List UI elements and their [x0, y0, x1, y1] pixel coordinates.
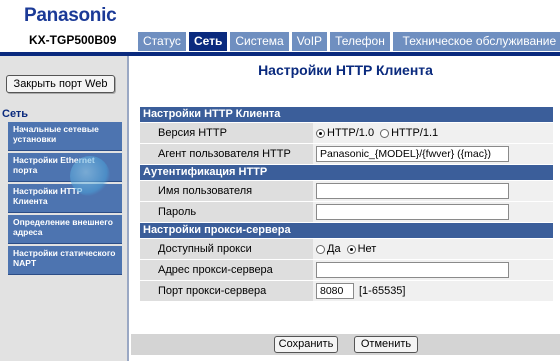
proxy-enabled-row: Доступный прокси Да Нет	[140, 239, 553, 259]
section-http-auth: Аутентификация HTTP	[140, 165, 553, 180]
button-bar: Сохранить Отменить	[131, 334, 560, 355]
proxy-port-row: Порт прокси-сервера 8080 [1-65535]	[140, 281, 553, 301]
sidebar-item-external-address[interactable]: Определение внешнего адреса	[8, 215, 122, 244]
sidebar-menu: Начальные сетевые установки Настройки Et…	[8, 122, 122, 277]
http-version-1-0-radio[interactable]: HTTP/1.0	[316, 127, 374, 139]
tab-voip[interactable]: VoIP	[291, 32, 328, 51]
tab-network[interactable]: Сеть	[188, 32, 228, 51]
proxy-enabled-label: Доступный прокси	[140, 239, 313, 259]
sidebar-item-static-napt[interactable]: Настройки статического NAPT	[8, 246, 122, 275]
page-title: Настройки HTTP Клиента	[258, 62, 433, 78]
password-label: Пароль	[140, 202, 313, 222]
tab-phone[interactable]: Телефон	[330, 32, 390, 51]
tab-system[interactable]: Система	[230, 32, 289, 51]
radio-selected-icon	[316, 128, 325, 138]
proxy-port-range: [1-65535]	[359, 285, 406, 297]
main-tabs: Статус Сеть Система VoIP Телефон Техниче…	[138, 32, 560, 51]
settings-form: Настройки HTTP Клиента Версия HTTP HTTP/…	[140, 107, 553, 302]
username-row: Имя пользователя	[140, 181, 553, 201]
proxy-yes-radio[interactable]: Да	[316, 243, 341, 255]
sidebar-item-initial-network[interactable]: Начальные сетевые установки	[8, 122, 122, 151]
section-http-client: Настройки HTTP Клиента	[140, 107, 553, 122]
proxy-port-label: Порт прокси-сервера	[140, 281, 313, 301]
sidebar: Закрыть порт Web Сеть Начальные сетевые …	[0, 56, 129, 361]
user-agent-input[interactable]: Panasonic_{MODEL}/{fwver} ({mac})	[316, 146, 509, 162]
user-agent-label: Агент пользователя HTTP	[140, 144, 313, 164]
radio-unselected-icon	[380, 128, 390, 138]
main-content: Настройки HTTP Клиента Настройки HTTP Кл…	[131, 56, 560, 361]
sidebar-heading: Сеть	[2, 108, 29, 120]
http-version-1-1-radio[interactable]: HTTP/1.1	[380, 127, 438, 139]
radio-selected-icon	[346, 244, 356, 254]
model-name: KX-TGP500B09	[29, 33, 117, 47]
close-web-port-button[interactable]: Закрыть порт Web	[6, 75, 115, 93]
page: Panasonic KX-TGP500B09 Статус Сеть Систе…	[0, 0, 560, 361]
proxy-address-row: Адрес прокси-сервера	[140, 260, 553, 280]
save-button[interactable]: Сохранить	[274, 336, 338, 353]
password-row: Пароль	[140, 202, 553, 222]
watermark-logo	[70, 156, 110, 196]
radio-unselected-icon	[316, 244, 325, 254]
username-label: Имя пользователя	[140, 181, 313, 201]
http-version-label: Версия HTTP	[140, 123, 313, 143]
http-version-row: Версия HTTP HTTP/1.0 HTTP/1.1	[140, 123, 553, 143]
tab-maintenance[interactable]: Техническое обслуживание	[392, 32, 560, 51]
proxy-no-radio[interactable]: Нет	[346, 243, 376, 255]
proxy-address-input[interactable]	[316, 262, 509, 278]
panasonic-logo: Panasonic	[24, 5, 117, 26]
proxy-address-label: Адрес прокси-сервера	[140, 260, 313, 280]
password-input[interactable]	[316, 204, 509, 220]
proxy-port-input[interactable]: 8080	[316, 283, 354, 299]
tab-status[interactable]: Статус	[138, 32, 186, 51]
section-proxy: Настройки прокси-сервера	[140, 223, 553, 238]
user-agent-row: Агент пользователя HTTP Panasonic_{MODEL…	[140, 144, 553, 164]
username-input[interactable]	[316, 183, 509, 199]
cancel-button[interactable]: Отменить	[354, 336, 418, 353]
